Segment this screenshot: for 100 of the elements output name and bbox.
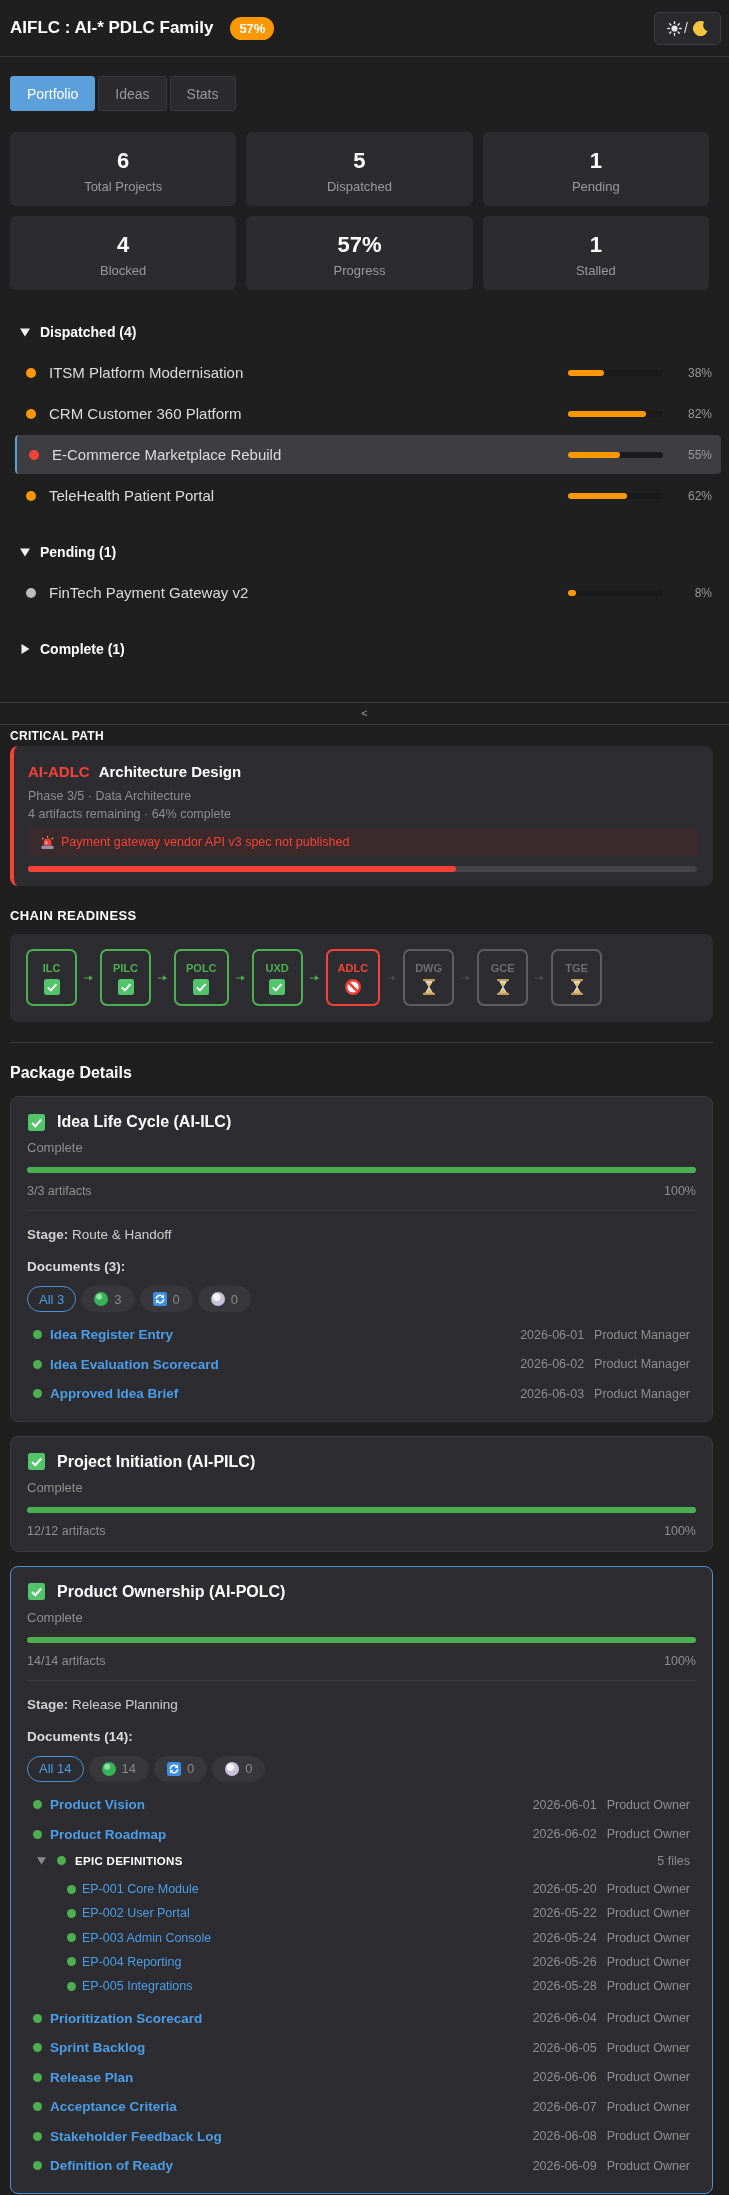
ball-icon <box>225 1761 240 1776</box>
group-toggle[interactable]: Pending (1) <box>0 540 117 564</box>
group-toggle[interactable]: Complete (1) <box>0 637 125 661</box>
package-status: Complete <box>27 1140 84 1156</box>
percent-label: 100% <box>664 1652 696 1669</box>
document-link[interactable]: Product Vision <box>50 1797 533 1813</box>
progress-badge: 57% <box>230 16 275 40</box>
percent-label: 100% <box>664 1522 696 1539</box>
file-count: 5 files <box>657 1853 690 1868</box>
package-title: Idea Life Cycle (AI-ILC) <box>57 1113 232 1131</box>
splitter-handle[interactable]: < <box>0 702 729 725</box>
document-date: 2026-06-07 <box>532 2099 597 2114</box>
document-date: 2026-05-24 <box>532 1930 597 1945</box>
documents-heading: Documents (3): <box>27 1258 127 1276</box>
document-date: 2026-06-08 <box>532 2129 597 2144</box>
project-name: E-Commerce Marketplace Rebuild <box>52 446 283 463</box>
document-link[interactable]: Release Plan <box>50 2069 533 2085</box>
check-icon <box>43 979 60 995</box>
project-name: CRM Customer 360 Platform <box>49 405 243 422</box>
percent-label: 62% <box>686 488 712 503</box>
package-card[interactable] <box>10 1096 713 1422</box>
filter-chip[interactable]: 0 <box>154 1755 208 1782</box>
project-row[interactable]: E-Commerce Marketplace Rebuild 55% <box>15 435 721 474</box>
stage-text: Stage: Release Planning <box>27 1695 179 1714</box>
filter-chip[interactable]: 0 <box>139 1286 193 1312</box>
document-link[interactable]: Sprint Backlog <box>50 2040 533 2056</box>
filter-chip[interactable]: 0 <box>212 1755 266 1782</box>
document-link[interactable]: Prioritization Scorecard <box>50 2010 533 2026</box>
document-owner: Product Owner <box>606 2159 690 2173</box>
refresh-icon <box>167 1761 181 1776</box>
filter-chip[interactable]: 14 <box>88 1755 149 1782</box>
app-title: AIFLC : AI-* PDLC Family <box>10 18 214 38</box>
document-date: 2026-05-26 <box>532 1954 597 1969</box>
document-link[interactable]: EP-003 Admin Console <box>82 1930 533 1945</box>
theme-toggle[interactable]: / <box>654 11 721 45</box>
arrow-icon <box>158 974 167 981</box>
no-entry-icon <box>344 979 361 995</box>
document-owner: Product Manager <box>594 1327 690 1342</box>
document-owner: Product Owner <box>606 2099 690 2114</box>
document-date: 2026-06-03 <box>520 1387 585 1401</box>
artifact-count: 12/12 artifacts <box>27 1522 106 1539</box>
node-label: UXD <box>265 961 289 975</box>
document-link[interactable]: Definition of Ready <box>50 2158 533 2174</box>
check-icon <box>117 979 134 995</box>
percent-label: 82% <box>686 406 712 421</box>
package-card[interactable] <box>10 1565 713 2194</box>
document-link[interactable]: Acceptance Criteria <box>50 2099 533 2115</box>
document-link[interactable]: Idea Register Entry <box>50 1327 521 1343</box>
document-link[interactable]: Product Roadmap <box>50 1826 533 1842</box>
stat-label: Blocked <box>100 263 147 279</box>
artifact-count: 14/14 artifacts <box>27 1652 106 1669</box>
arrow-icon <box>535 974 545 981</box>
document-link[interactable]: Approved Idea Brief <box>50 1386 521 1402</box>
document-link[interactable]: EP-002 User Portal <box>82 1906 533 1921</box>
tab[interactable]: Stats <box>169 76 236 111</box>
document-link[interactable]: Stakeholder Feedback Log <box>50 2128 533 2144</box>
document-date: 2026-05-28 <box>532 1979 597 1994</box>
document-link[interactable]: EP-005 Integrations <box>82 1979 533 1994</box>
stat-label: Dispatched <box>326 179 392 195</box>
moon-icon <box>692 20 708 36</box>
filter-chip[interactable]: 0 <box>197 1286 251 1312</box>
ball-icon <box>94 1292 109 1306</box>
project-row[interactable]: ITSM Platform Modernisation 38% <box>15 353 721 392</box>
section-heading: CHAIN READINESS <box>10 908 138 924</box>
arrow-icon <box>387 974 397 981</box>
project-name: FinTech Payment Gateway v2 <box>49 584 250 601</box>
document-link[interactable]: Idea Evaluation Scorecard <box>50 1356 521 1372</box>
stat-value: 5 <box>353 148 366 174</box>
tab[interactable]: Ideas <box>98 76 167 111</box>
node-label: ADLC <box>337 961 369 975</box>
document-owner: Product Owner <box>606 1954 690 1969</box>
filter-chip[interactable]: 3 <box>81 1286 135 1312</box>
hourglass-icon <box>422 979 435 995</box>
package-card[interactable]: Project Initiation (AI-PILC) Complete 12/12 artifacts 100% <box>10 1435 713 1552</box>
tab[interactable]: Portfolio <box>10 76 96 111</box>
document-owner: Product Owner <box>606 1882 690 1897</box>
document-link[interactable]: EP-001 Core Module <box>82 1882 533 1897</box>
project-row[interactable]: TeleHealth Patient Portal 62% <box>15 476 721 515</box>
caret-icon[interactable] <box>37 1856 46 1866</box>
stat-value: 4 <box>117 232 130 258</box>
document-date: 2026-06-09 <box>532 2159 597 2173</box>
project-row[interactable]: FinTech Payment Gateway v2 8% <box>15 573 721 612</box>
refresh-icon <box>152 1292 167 1306</box>
node-label: POLC <box>186 961 217 975</box>
hourglass-icon <box>496 979 509 995</box>
folder-name[interactable]: EPIC DEFINITIONS <box>75 1854 658 1867</box>
document-owner: Product Owner <box>606 1930 690 1945</box>
project-row[interactable]: CRM Customer 360 Platform 82% <box>15 394 721 433</box>
document-link[interactable]: EP-004 Reporting <box>82 1954 533 1969</box>
check-icon <box>193 979 210 995</box>
percent-label: 55% <box>686 447 712 462</box>
stat-label: Pending <box>571 179 620 195</box>
group-toggle[interactable]: Dispatched (4) <box>0 320 137 344</box>
stat-label: Total Projects <box>84 179 163 195</box>
project-name: TeleHealth Patient Portal <box>49 487 216 504</box>
arrow-icon <box>84 974 93 981</box>
ball-icon <box>210 1292 225 1306</box>
arrow-icon <box>235 974 245 981</box>
ball-icon <box>101 1761 116 1776</box>
sun-icon <box>667 20 683 36</box>
